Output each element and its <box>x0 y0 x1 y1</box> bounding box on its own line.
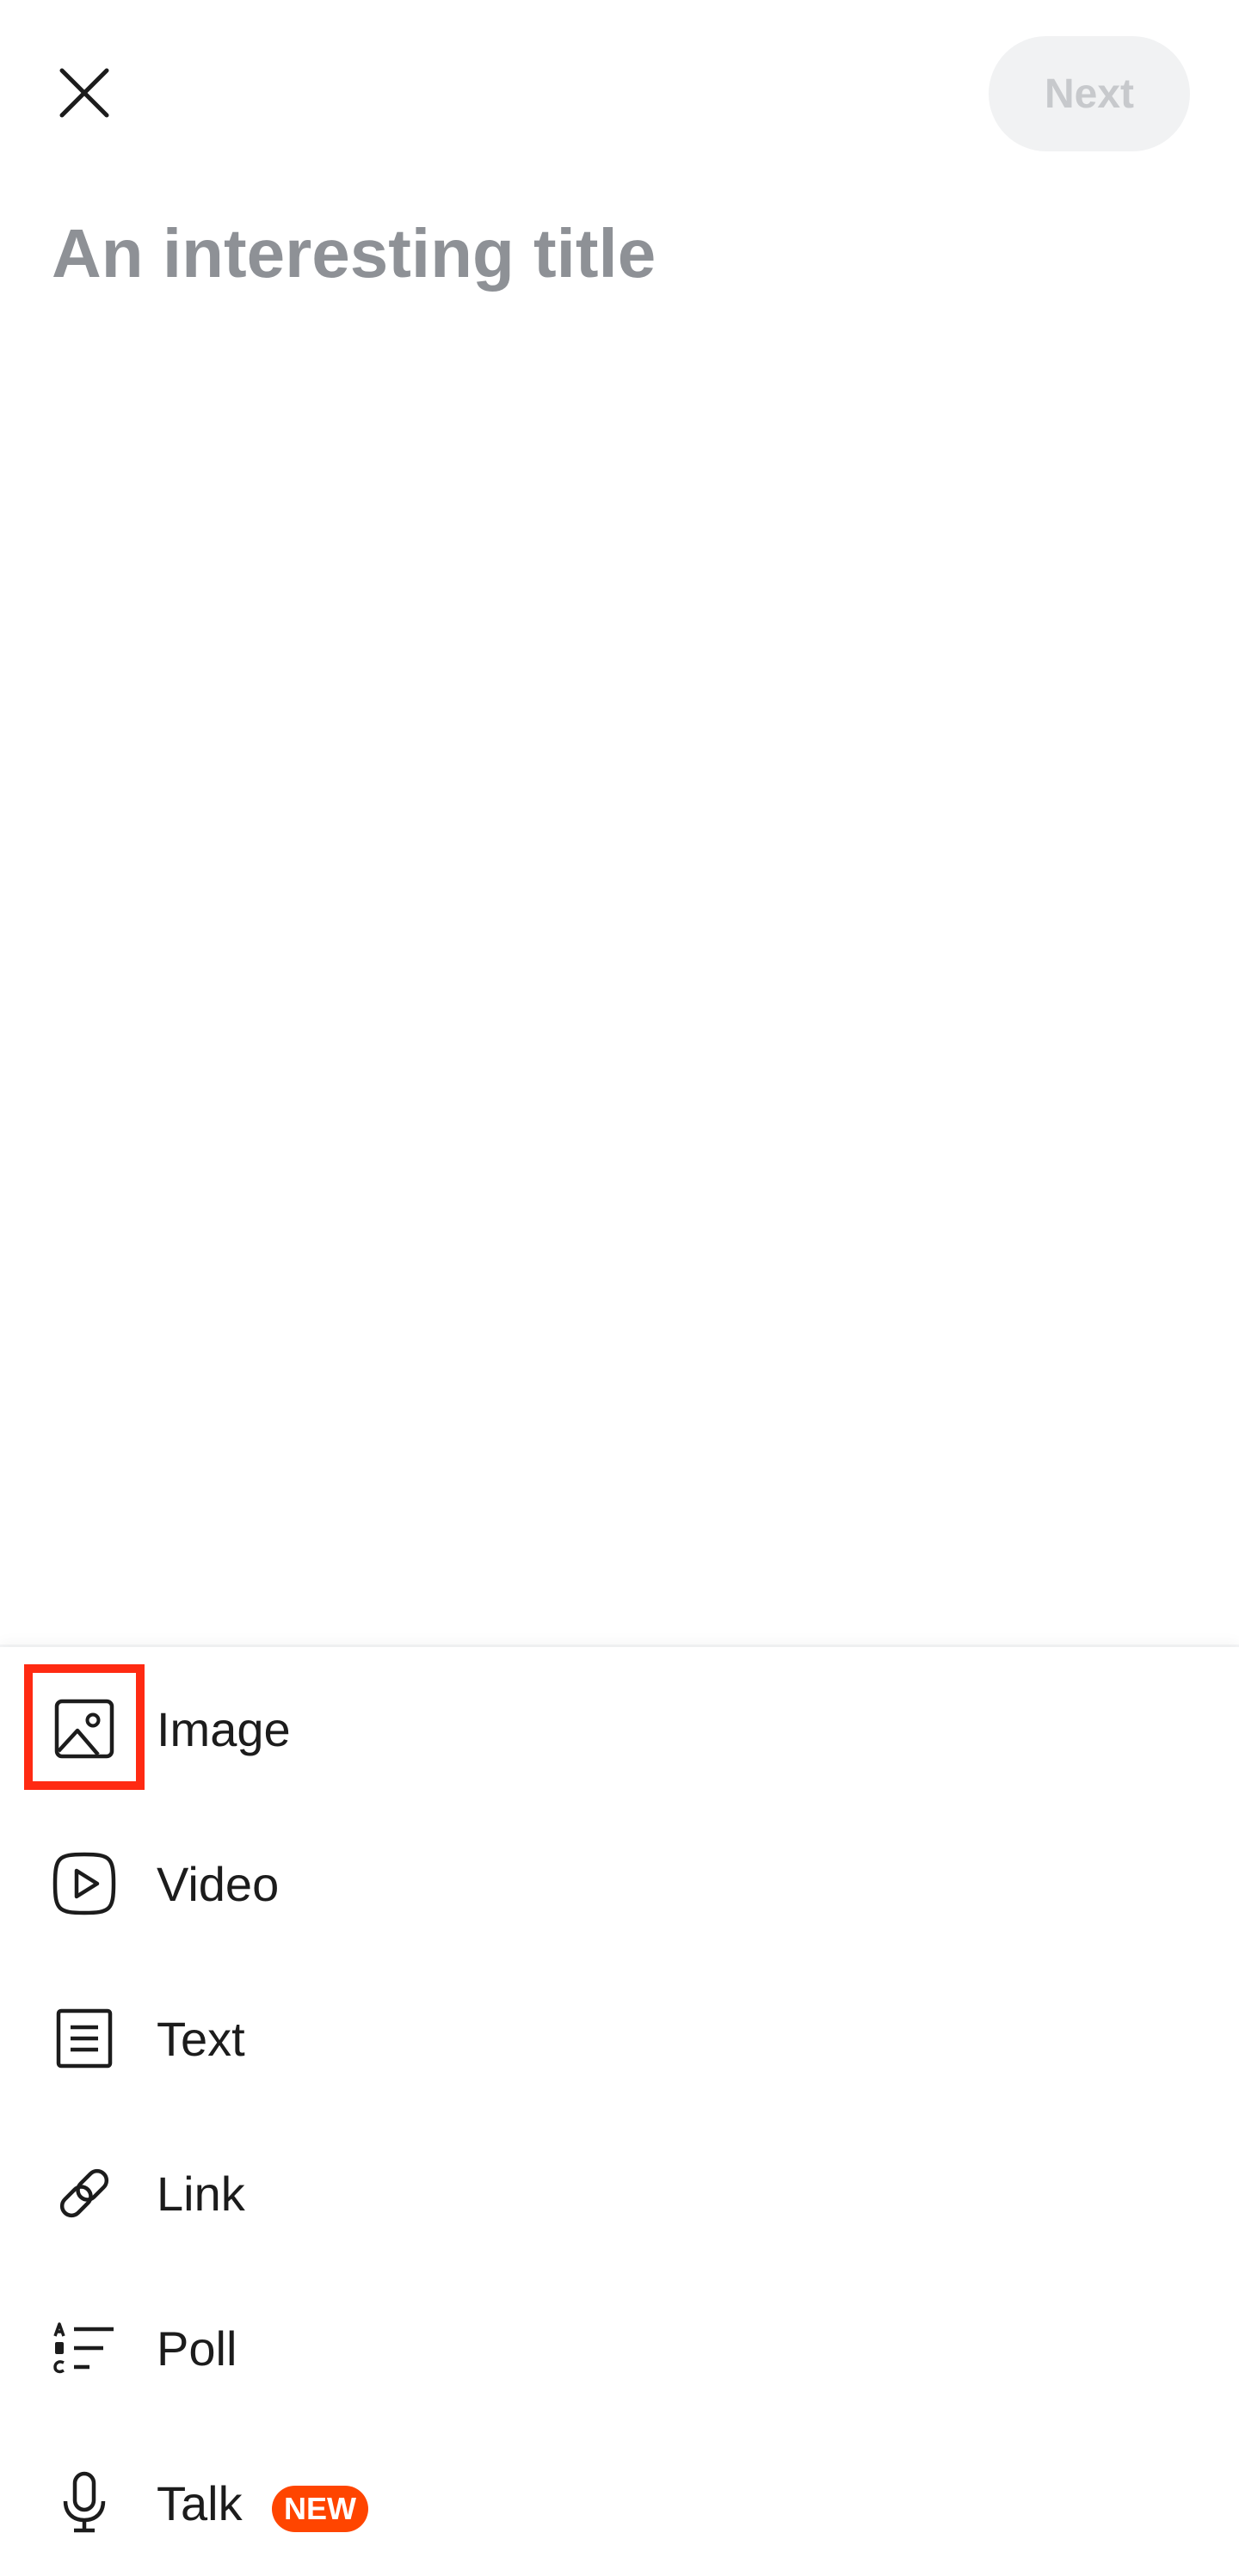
option-poll[interactable]: Poll <box>0 2271 1239 2425</box>
title-input[interactable] <box>52 198 1187 310</box>
option-text-label: Text <box>157 2011 245 2066</box>
new-badge: NEW <box>272 2486 368 2532</box>
link-icon <box>43 2152 126 2235</box>
option-link-label: Link <box>157 2166 245 2221</box>
option-image-label: Image <box>157 1701 291 1756</box>
option-talk-label: Talk <box>157 2475 243 2530</box>
option-video-label: Video <box>157 1856 280 1911</box>
option-image[interactable]: Image <box>0 1651 1239 1806</box>
option-link[interactable]: Link <box>0 2116 1239 2271</box>
create-post-screen: Next Image Video <box>0 0 1239 2576</box>
close-icon <box>59 68 109 118</box>
image-icon <box>43 1688 126 1770</box>
next-button[interactable]: Next <box>989 36 1190 151</box>
text-icon <box>43 1997 126 2080</box>
video-icon <box>43 1842 126 1925</box>
option-talk[interactable]: Talk <box>0 2425 1239 2576</box>
close-button[interactable] <box>34 43 134 143</box>
option-poll-label: Poll <box>157 2321 237 2376</box>
poll-icon <box>43 2307 126 2389</box>
microphone-icon <box>43 2462 126 2544</box>
option-text[interactable]: Text <box>0 1961 1239 2116</box>
option-video[interactable]: Video <box>0 1806 1239 1961</box>
